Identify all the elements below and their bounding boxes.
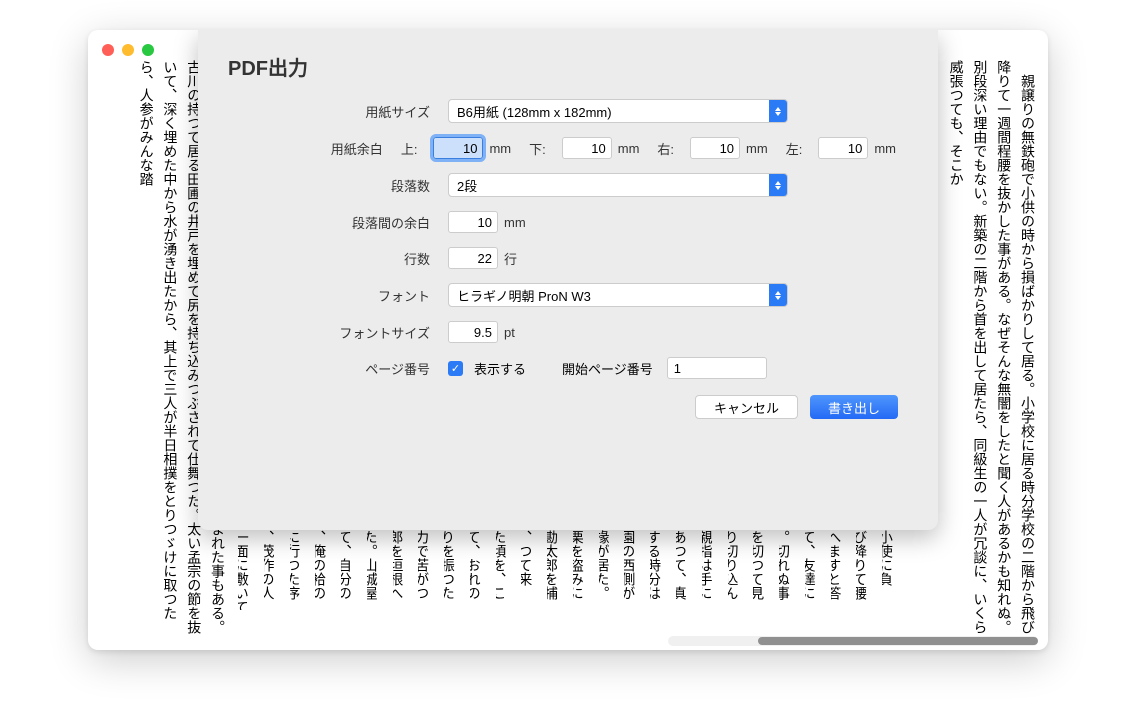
font-size-input[interactable]: [448, 321, 498, 343]
bg-text-bottom-row: 小使に負び降りて腰へますと答て、友達に。切れぬ事を切つて見り切り込ん親指は手にあ…: [238, 530, 898, 610]
columns-value: 2段: [457, 176, 477, 195]
bg-text-snippet: 勘太郎を捕: [547, 530, 563, 610]
bg-text-snippet: び降りて腰: [856, 530, 872, 610]
margin-top-input[interactable]: [433, 137, 483, 159]
bg-text-snippet: を切つて見: [753, 530, 769, 610]
columns-select[interactable]: 2段: [448, 173, 788, 197]
paper-size-label: 用紙サイズ: [228, 102, 448, 121]
margins-label: 用紙余白: [228, 139, 401, 158]
bg-text-snippet: する時分は: [650, 530, 666, 610]
bg-text-snippet: た頃を、こ: [496, 530, 512, 610]
mm-unit-4: mm: [874, 141, 896, 156]
font-value: ヒラギノ明朝 ProN W3: [457, 286, 591, 305]
minimize-icon[interactable]: [122, 44, 134, 56]
horizontal-scrollbar[interactable]: [668, 636, 1038, 646]
close-icon[interactable]: [102, 44, 114, 56]
bg-text-snippet: りを振つた: [444, 530, 460, 610]
app-window: て、そこいらの稲に水がかゝる仕掛であつた。其時分はどんな仕掛かしらまれた事もある…: [88, 30, 1048, 650]
margin-left-label: 左:: [786, 139, 803, 158]
bg-text-snippet: 力で苦がつ: [418, 530, 434, 610]
bg-text-snippet: へますと答: [831, 530, 847, 610]
chevron-updown-icon: [769, 284, 787, 306]
lines-unit: 行: [504, 249, 517, 268]
margin-bottom-input[interactable]: [562, 137, 612, 159]
col-gap-label: 段落間の余白: [228, 213, 448, 232]
bg-text-snippet: り切り込ん: [728, 530, 744, 610]
chevron-updown-icon: [769, 174, 787, 196]
lines-label: 行数: [228, 249, 448, 268]
margin-bottom-label: 下:: [529, 139, 546, 158]
font-select[interactable]: ヒラギノ明朝 ProN W3: [448, 283, 788, 307]
bg-text-snippet: た。山城屋: [367, 530, 383, 610]
scrollbar-thumb[interactable]: [758, 637, 1038, 645]
bg-text-snippet: て、友達に: [805, 530, 821, 610]
bg-text-snippet: 親指は手に: [702, 530, 718, 610]
bg-text-snippet: 、つて来: [521, 530, 537, 610]
start-page-label: 開始ページ番号: [562, 359, 653, 378]
bg-text-snippet: 園の西側が: [624, 530, 640, 610]
page-number-label: ページ番号: [228, 359, 448, 378]
bg-text-snippet: に行つた序: [290, 530, 306, 610]
mm-unit-5: mm: [504, 215, 526, 230]
font-size-label: フォントサイズ: [228, 323, 448, 342]
bg-text-snippet: 栗を盗みに: [573, 530, 589, 610]
font-label: フォント: [228, 286, 448, 305]
start-page-input[interactable]: [667, 357, 767, 379]
margin-right-label: 右:: [657, 139, 674, 158]
mm-unit-1: mm: [489, 141, 511, 156]
show-pagenum-label: 表示する: [474, 359, 526, 378]
mm-unit-3: mm: [746, 141, 768, 156]
pt-unit: pt: [504, 325, 515, 340]
margin-top-label: 上:: [401, 139, 418, 158]
margin-right-input[interactable]: [690, 137, 740, 159]
columns-label: 段落数: [228, 176, 448, 195]
bg-text-snippet: 椽が居た。: [599, 530, 615, 610]
bg-text-snippet: 、俺の袷の: [315, 530, 331, 610]
paper-size-value: B6用紙 (128mm x 182mm): [457, 102, 612, 121]
bg-text-snippet: て、おれの: [470, 530, 486, 610]
paper-size-select[interactable]: B6用紙 (128mm x 182mm): [448, 99, 788, 123]
bg-text-snippet: て、自分の: [341, 530, 357, 610]
export-button[interactable]: 書き出し: [810, 395, 898, 419]
zoom-icon[interactable]: [142, 44, 154, 56]
bg-text-snippet: 。切れぬ事: [779, 530, 795, 610]
bg-text-snippet: 一面に敷いてあつ: [238, 530, 254, 610]
show-pagenum-checkbox[interactable]: ✓: [448, 361, 463, 376]
margin-left-input[interactable]: [818, 137, 868, 159]
bg-text-snippet: あつて、真: [676, 530, 692, 610]
traffic-lights: [102, 44, 154, 56]
dialog-title: PDF出力: [228, 52, 908, 81]
mm-unit-2: mm: [618, 141, 640, 156]
cancel-button[interactable]: キャンセル: [695, 395, 798, 419]
chevron-updown-icon: [769, 100, 787, 122]
col-gap-input[interactable]: [448, 211, 498, 233]
lines-input[interactable]: [448, 247, 498, 269]
bg-text-snippet: 小使に負: [882, 530, 898, 610]
bg-text-snippet: 、茂作の人: [264, 530, 280, 610]
bg-text-snippet: 郎を垣根へ: [393, 530, 409, 610]
pdf-export-dialog: PDF出力 用紙サイズ B6用紙 (128mm x 182mm) 用紙余白 上:…: [198, 30, 938, 530]
